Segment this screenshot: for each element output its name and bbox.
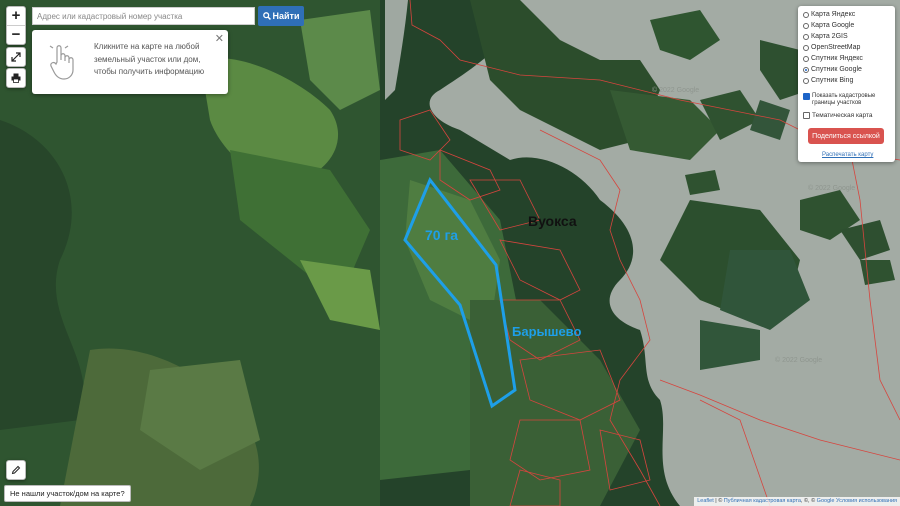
fullscreen-button[interactable] — [6, 47, 26, 67]
draw-button[interactable] — [6, 460, 26, 480]
watermark-1: © 2022 Google — [652, 86, 699, 94]
layer-label: Карта 2GIS — [811, 33, 848, 40]
layer-option-yandex-map[interactable]: Карта Яндекс — [803, 11, 855, 18]
expand-icon — [11, 52, 21, 62]
layer-label: Спутник Bing — [811, 77, 854, 84]
layer-label: Спутник Яндекс — [811, 55, 863, 62]
zoom-out-button[interactable]: − — [7, 25, 25, 44]
radio-icon — [803, 33, 809, 40]
hint-popup: Кликните на карте на любой земельный уча… — [32, 30, 228, 94]
radio-icon — [803, 55, 809, 62]
attribution: Leaflet | © Публичная кадастровая карта,… — [694, 497, 900, 506]
print-button[interactable] — [6, 68, 26, 88]
thematic-label: Тематическая карта — [812, 112, 873, 119]
layer-option-yandex-satellite[interactable]: Спутник Яндекс — [803, 55, 863, 62]
radio-icon — [803, 22, 809, 29]
radio-icon — [803, 77, 809, 84]
watermark-2: © 2022 Google — [775, 356, 822, 364]
zoom-in-button[interactable]: + — [7, 7, 25, 25]
leaflet-link[interactable]: Leaflet — [697, 498, 714, 504]
cadastral-link[interactable]: Публичная кадастровая карта — [724, 498, 801, 504]
layer-label: OpenStreetMap — [811, 44, 861, 51]
share-link-button[interactable]: Поделиться ссылкой — [808, 128, 884, 144]
terms-link[interactable]: Условия использования — [836, 498, 897, 504]
layer-option-google-satellite[interactable]: Спутник Google — [803, 66, 862, 73]
hint-text: Кликните на карте на любой земельный уча… — [94, 42, 205, 76]
printer-icon — [11, 73, 21, 83]
search-input[interactable] — [32, 7, 255, 25]
close-icon[interactable]: ✕ — [215, 32, 224, 45]
radio-icon — [803, 44, 809, 51]
checkbox-checked-icon — [803, 93, 810, 100]
google-link[interactable]: Google — [817, 498, 835, 504]
cadastral-label: Показать кадастровые границы участков — [812, 93, 876, 106]
print-map-link[interactable]: Распечатать карту — [822, 152, 873, 158]
cadastral-toggle[interactable]: Показать кадастровые границы участков — [803, 93, 889, 107]
thematic-toggle[interactable]: Тематическая карта — [803, 112, 873, 119]
layer-label: Карта Яндекс — [811, 11, 856, 18]
layer-label: Спутник Google — [811, 66, 862, 73]
radio-selected-icon — [803, 66, 809, 73]
search-icon — [262, 12, 271, 20]
lake-label: Вуокса — [528, 213, 577, 229]
find-button[interactable]: Найти — [258, 6, 304, 26]
watermark-3: © 2022 Google — [808, 184, 855, 192]
radio-icon — [803, 11, 809, 18]
layer-option-2gis-map[interactable]: Карта 2GIS — [803, 33, 848, 40]
pencil-icon — [11, 465, 21, 475]
plot-area-label: 70 га — [425, 227, 458, 243]
not-found-link[interactable]: Не нашли участок/дом на карте? — [4, 485, 131, 502]
hand-pointer-icon — [49, 42, 74, 80]
layer-option-bing-satellite[interactable]: Спутник Bing — [803, 77, 853, 84]
layers-panel: Карта Яндекс Карта Google Карта 2GIS Ope… — [798, 6, 895, 162]
layer-option-osm[interactable]: OpenStreetMap — [803, 44, 860, 51]
layer-option-google-map[interactable]: Карта Google — [803, 22, 854, 29]
zoom-control: + − — [6, 6, 26, 45]
find-button-label: Найти — [272, 11, 300, 21]
layer-label: Карта Google — [811, 22, 855, 29]
village-label: Барышево — [512, 324, 582, 339]
checkbox-icon — [803, 112, 810, 119]
